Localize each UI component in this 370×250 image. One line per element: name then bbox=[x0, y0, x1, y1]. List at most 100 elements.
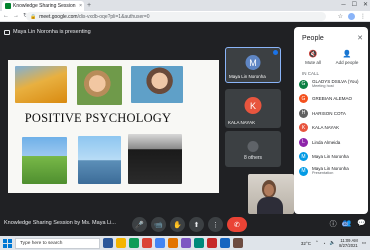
meet-favicon-icon bbox=[5, 3, 11, 9]
mute-all-label: Mute all bbox=[305, 60, 321, 65]
add-person-icon: 👤 bbox=[342, 51, 352, 58]
participant-info: GREBIAN ALEMAO bbox=[312, 96, 352, 101]
taskbar-app-icon[interactable] bbox=[181, 238, 191, 248]
participant-row[interactable]: G GLADYS DSILVA (You) Meeting host bbox=[294, 77, 368, 92]
avatar: M bbox=[245, 55, 261, 70]
new-tab-button[interactable]: + bbox=[87, 1, 91, 10]
participant-info: HARISON COTA bbox=[312, 111, 346, 116]
taskbar-app-icon[interactable] bbox=[116, 238, 126, 248]
slide-photo-sunflowers bbox=[15, 66, 67, 103]
slide-photo-friends bbox=[77, 66, 122, 105]
people-panel: People ✕ 🔇 Mute all 👤 Add people IN CALL… bbox=[294, 27, 368, 214]
leave-call-button[interactable]: ✆ bbox=[227, 217, 247, 232]
clock[interactable]: 11:09 AM 8/27/2021 bbox=[339, 238, 358, 248]
in-call-label: IN CALL bbox=[302, 71, 320, 76]
forward-icon[interactable]: → bbox=[13, 12, 19, 21]
close-window-icon[interactable]: ✕ bbox=[363, 0, 368, 10]
participant-avatar: H bbox=[299, 108, 308, 118]
participant-row[interactable]: L Linda Almeida bbox=[294, 135, 368, 150]
call-controls: 🎤 📹 ✋ ⬆ ⋮ ✆ bbox=[132, 217, 247, 232]
taskbar-app-icon[interactable] bbox=[220, 238, 230, 248]
participant-info: KALA NAYAK bbox=[312, 125, 339, 130]
tray-chevron-icon[interactable]: ⌃ bbox=[315, 240, 319, 246]
taskbar-search-input[interactable]: Type here to search bbox=[15, 237, 100, 249]
url-text: meet.google.com/dis-vxdb-oqe?pli=1&authu… bbox=[39, 14, 149, 20]
chat-icon[interactable]: 💬 bbox=[357, 219, 366, 229]
participant-info: Linda Almeida bbox=[312, 140, 340, 145]
volume-icon[interactable]: 🔈 bbox=[329, 240, 335, 246]
tile-name: KALA NAYAK bbox=[228, 120, 256, 125]
microphone-button[interactable]: 🎤 bbox=[132, 217, 147, 232]
close-panel-icon[interactable]: ✕ bbox=[357, 34, 363, 42]
participant-name: GREBIAN ALEMAO bbox=[312, 96, 353, 102]
meeting-controls-bar: Knowledge Sharing Session by Ms. Maya Li… bbox=[0, 214, 370, 236]
start-windows-icon[interactable] bbox=[2, 238, 12, 248]
present-screen-icon bbox=[4, 29, 10, 35]
participant-name: HARISON COTA bbox=[312, 110, 346, 116]
taskbar-app-icon[interactable] bbox=[207, 238, 217, 248]
minimize-icon[interactable]: ─ bbox=[341, 0, 345, 10]
speaking-indicator-icon bbox=[273, 50, 278, 55]
taskbar-app-icon[interactable] bbox=[103, 238, 113, 248]
participant-name: Maya Lin Noronha bbox=[312, 154, 349, 160]
slide-photo-child bbox=[22, 137, 67, 184]
notifications-icon[interactable]: ▭ bbox=[362, 240, 366, 246]
participant-avatar: L bbox=[299, 137, 308, 147]
slide-photo-hug bbox=[131, 66, 183, 103]
others-avatar-icon bbox=[247, 141, 259, 152]
taskbar-app-icon[interactable] bbox=[194, 238, 204, 248]
shared-slide: POSITIVE PSYCHOLOGY bbox=[8, 60, 219, 193]
weather-temperature[interactable]: 32°C bbox=[301, 241, 311, 246]
participant-tile-others[interactable]: 8 others bbox=[225, 131, 281, 167]
others-count: 8 others bbox=[243, 155, 263, 161]
back-icon[interactable]: ← bbox=[3, 12, 9, 21]
slide-photo-jump bbox=[78, 136, 121, 184]
url-input[interactable]: 🔒 meet.google.com/dis-vxdb-oqe?pli=1&aut… bbox=[26, 12, 326, 21]
profile-avatar[interactable] bbox=[348, 13, 355, 20]
raise-hand-button[interactable]: ✋ bbox=[170, 217, 185, 232]
participant-role: Presentation bbox=[312, 171, 334, 176]
add-people-button[interactable]: 👤 Add people bbox=[332, 50, 362, 65]
window-controls: ─ ☐ ✕ bbox=[341, 0, 368, 10]
presenting-text: Maya Lin Noronha is presenting bbox=[13, 29, 91, 35]
meeting-details-icon[interactable]: ⓘ bbox=[330, 219, 337, 229]
bookmark-star-icon[interactable]: ☆ bbox=[338, 13, 343, 20]
participant-info: Maya Lin Noronha bbox=[312, 154, 349, 159]
taskbar-app-icon[interactable] bbox=[155, 238, 165, 248]
maximize-icon[interactable]: ☐ bbox=[352, 0, 357, 10]
taskbar-app-icon[interactable] bbox=[168, 238, 178, 248]
participant-tile-maya[interactable]: M Maya Lin Noronha bbox=[225, 47, 281, 83]
address-bar-row: ← → ↻ 🔒 meet.google.com/dis-vxdb-oqe?pli… bbox=[0, 11, 370, 22]
participant-row[interactable]: H HARISON COTA bbox=[294, 106, 368, 121]
participant-row[interactable]: K KALA NAYAK bbox=[294, 121, 368, 136]
nav-buttons: ← → ↻ bbox=[3, 12, 28, 21]
participant-row[interactable]: G GREBIAN ALEMAO bbox=[294, 92, 368, 107]
participant-info: GLADYS DSILVA (You) Meeting host bbox=[312, 79, 358, 89]
presenting-label: Maya Lin Noronha is presenting bbox=[4, 29, 91, 35]
system-tray: 32°C ⌃ ◔ 🔈 11:09 AM 8/27/2021 ▭ bbox=[301, 237, 366, 249]
mute-all-button[interactable]: 🔇 Mute all bbox=[298, 50, 328, 65]
participant-tile-kala[interactable]: K KALA NAYAK bbox=[225, 89, 281, 128]
lock-icon: 🔒 bbox=[30, 13, 37, 20]
taskbar-app-icon[interactable] bbox=[142, 238, 152, 248]
browser-menu-icon[interactable]: ⋮ bbox=[360, 13, 366, 20]
panel-title: People bbox=[302, 35, 324, 42]
more-options-button[interactable]: ⋮ bbox=[208, 217, 223, 232]
tab-title: Knowledge Sharing Session bbox=[13, 3, 76, 9]
tab-close-icon[interactable]: × bbox=[79, 3, 84, 9]
browser-tab[interactable]: Knowledge Sharing Session × bbox=[2, 1, 84, 11]
participant-avatar: M bbox=[299, 152, 308, 162]
url-path: /dis-vxdb-oqe?pli=1&authuser=0 bbox=[77, 13, 150, 20]
camera-button[interactable]: 📹 bbox=[151, 217, 166, 232]
taskbar-app-icon[interactable] bbox=[233, 238, 243, 248]
participant-name: KALA NAYAK bbox=[312, 125, 340, 131]
meeting-side-icons: ⓘ 👥10 💬 bbox=[330, 219, 366, 229]
participant-row[interactable]: M Maya Lin Noronha bbox=[294, 150, 368, 165]
self-camera-preview bbox=[248, 174, 294, 214]
network-icon[interactable]: ◔ bbox=[323, 241, 326, 246]
people-icon[interactable]: 👥10 bbox=[342, 219, 351, 229]
present-now-button[interactable]: ⬆ bbox=[189, 217, 204, 232]
taskbar-apps bbox=[103, 238, 243, 248]
taskbar-app-icon[interactable] bbox=[129, 238, 139, 248]
participant-row[interactable]: M Maya Lin Noronha Presentation bbox=[294, 164, 368, 179]
